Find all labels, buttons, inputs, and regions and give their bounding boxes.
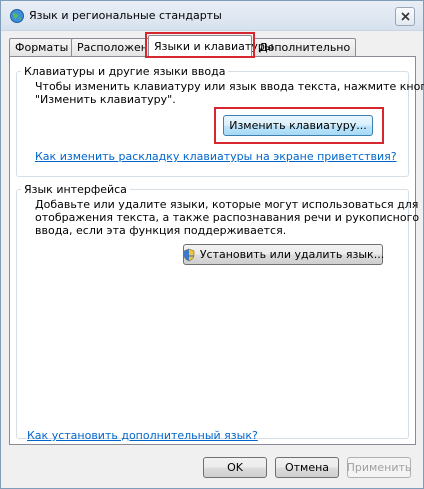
keyboards-group-legend: Клавиатуры и другие языки ввода (21, 65, 229, 78)
install-language-button[interactable]: Установить или удалить язык... (183, 244, 385, 265)
ui-language-text-line1: Добавьте или удалите языки, которые могу… (35, 198, 419, 211)
cancel-button[interactable]: Отмена (275, 457, 339, 478)
ui-language-text-line3: ввода, если эта функция поддерживается. (35, 224, 287, 237)
tab-panel: Клавиатуры и другие языки ввода Чтобы из… (9, 56, 424, 445)
tab-formats[interactable]: Форматы (9, 38, 75, 56)
apply-button[interactable]: Применить (347, 457, 411, 478)
shield-icon (183, 248, 195, 261)
dialog-window: Язык и региональные стандарты Форматы Ра… (0, 0, 424, 489)
install-additional-language-link[interactable]: Как установить дополнительный язык? (27, 429, 258, 442)
ui-language-text-line2: отображения текста, а также распознавани… (35, 211, 420, 224)
keyboards-group: Клавиатуры и другие языки ввода Чтобы из… (16, 65, 424, 177)
change-keyboard-button[interactable]: Изменить клавиатуру... (223, 115, 373, 136)
close-button[interactable] (395, 7, 415, 26)
close-icon (400, 12, 410, 21)
globe-icon (9, 8, 25, 24)
window-title: Язык и региональные стандарты (29, 9, 222, 22)
title-bar[interactable]: Язык и региональные стандарты (1, 1, 423, 31)
ui-language-group: Язык интерфейса Добавьте или удалите язы… (16, 183, 419, 439)
keyboards-text-line1: Чтобы изменить клавиатуру или язык ввода… (35, 80, 424, 93)
keyboards-text-line2: "Изменить клавиатуру". (35, 93, 176, 106)
ui-language-group-legend: Язык интерфейса (21, 183, 130, 196)
tab-languages-keyboards[interactable]: Языки и клавиатуры (148, 35, 274, 57)
dialog-client: Форматы Расположение Языки и клавиатуры … (1, 32, 424, 488)
install-language-button-label: Установить или удалить язык... (199, 248, 385, 261)
ok-button[interactable]: OK (203, 457, 267, 478)
keyboard-help-link[interactable]: Как изменить раскладку клавиатуры на экр… (35, 150, 397, 163)
